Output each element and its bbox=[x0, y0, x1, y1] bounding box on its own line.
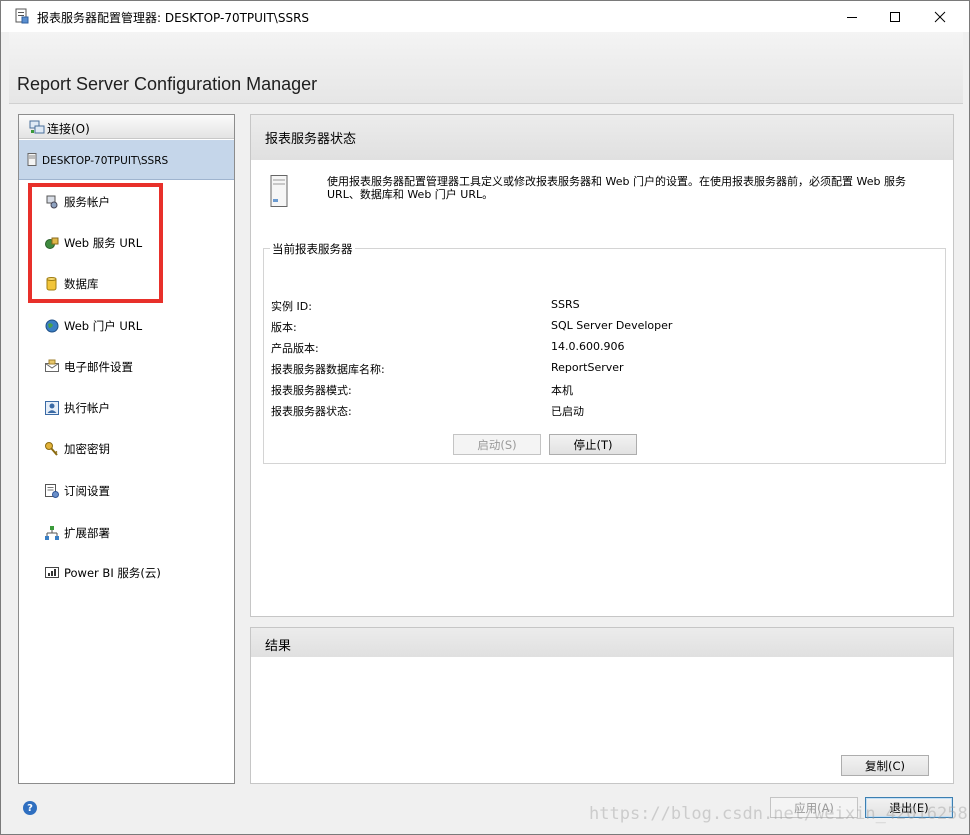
connect-button[interactable]: 连接(O) bbox=[19, 115, 234, 139]
scale-out-icon bbox=[44, 525, 60, 541]
minimize-button[interactable] bbox=[829, 1, 875, 32]
app-window: 报表服务器配置管理器: DESKTOP-70TPUIT\SSRS Report … bbox=[0, 0, 970, 835]
database-name-value: ReportServer bbox=[551, 361, 624, 374]
connect-label: 连接(O) bbox=[47, 122, 90, 136]
key-icon bbox=[44, 441, 60, 457]
sidebar-item-scale-out-deployment[interactable]: 扩展部署 bbox=[44, 522, 110, 544]
results-panel: 结果 复制(C) bbox=[250, 627, 954, 784]
server-mode-label: 报表服务器模式: bbox=[271, 384, 352, 397]
current-server-group: 当前报表服务器 实例 ID: SSRS 版本: SQL Server Devel… bbox=[263, 241, 946, 464]
edition-label: 版本: bbox=[271, 321, 297, 334]
execution-account-icon bbox=[44, 400, 60, 416]
product-version-value: 14.0.600.906 bbox=[551, 340, 625, 353]
title-bar: 报表服务器配置管理器: DESKTOP-70TPUIT\SSRS bbox=[1, 1, 969, 32]
server-status-value: 已启动 bbox=[551, 405, 584, 418]
power-bi-icon bbox=[44, 565, 60, 581]
server-node-selected[interactable]: DESKTOP-70TPUIT\SSRS bbox=[19, 140, 234, 180]
sidebar-item-web-portal-url[interactable]: Web 门户 URL bbox=[44, 315, 142, 337]
subscription-icon bbox=[44, 483, 60, 499]
sidebar-item-label: 加密密钥 bbox=[64, 442, 110, 456]
window-title: 报表服务器配置管理器: DESKTOP-70TPUIT\SSRS bbox=[37, 11, 310, 25]
maximize-button[interactable] bbox=[872, 1, 918, 32]
watermark-text: https://blog.csdn.net/weixin_42016258 bbox=[589, 804, 968, 824]
report-server-app-icon bbox=[14, 8, 30, 24]
sidebar-item-label: 执行帐户 bbox=[64, 401, 110, 415]
sidebar-item-label: 电子邮件设置 bbox=[64, 360, 133, 374]
copy-button[interactable]: 复制(C) bbox=[841, 755, 929, 776]
database-name-label: 报表服务器数据库名称: bbox=[271, 363, 385, 376]
sidebar-item-email-settings[interactable]: 电子邮件设置 bbox=[44, 356, 133, 378]
instance-id-label: 实例 ID: bbox=[271, 300, 312, 313]
close-button[interactable] bbox=[917, 1, 963, 32]
status-description: 使用报表服务器配置管理器工具定义或修改报表服务器和 Web 门户的设置。在使用报… bbox=[327, 175, 906, 201]
minimize-icon bbox=[847, 16, 857, 18]
sidebar-item-encryption-keys[interactable]: 加密密钥 bbox=[44, 438, 110, 460]
status-panel-header: 报表服务器状态 bbox=[251, 115, 953, 160]
connect-icon bbox=[29, 120, 45, 137]
close-icon bbox=[934, 11, 946, 22]
sidebar-item-label: 扩展部署 bbox=[64, 526, 110, 540]
sidebar-item-power-bi[interactable]: Power BI 服务(云) bbox=[44, 562, 161, 584]
globe-icon bbox=[44, 318, 60, 334]
status-panel-title: 报表服务器状态 bbox=[265, 132, 357, 147]
header-band: Report Server Configuration Manager bbox=[9, 32, 963, 104]
server-mode-value: 本机 bbox=[551, 384, 573, 397]
current-server-group-title: 当前报表服务器 bbox=[270, 241, 355, 257]
instance-id-value: SSRS bbox=[551, 298, 580, 311]
server-status-label: 报表服务器状态: bbox=[271, 405, 352, 418]
sidebar-item-execution-account[interactable]: 执行帐户 bbox=[44, 397, 110, 419]
results-panel-title: 结果 bbox=[265, 639, 292, 654]
highlight-annotation-box bbox=[28, 183, 163, 303]
results-panel-header: 结果 bbox=[251, 628, 953, 657]
stop-button[interactable]: 停止(T) bbox=[549, 434, 637, 455]
product-version-label: 产品版本: bbox=[271, 342, 319, 355]
sidebar-item-label: 订阅设置 bbox=[64, 484, 110, 498]
maximize-icon bbox=[890, 11, 900, 22]
sidebar-item-label: Power BI 服务(云) bbox=[64, 566, 161, 580]
server-icon bbox=[27, 153, 37, 169]
server-tower-icon bbox=[270, 175, 288, 210]
sidebar-item-subscription-settings[interactable]: 订阅设置 bbox=[44, 480, 110, 502]
report-server-status-panel: 报表服务器状态 使用报表服务器配置管理器工具定义或修改报表服务器和 Web 门户… bbox=[250, 114, 954, 617]
start-button[interactable]: 启动(S) bbox=[453, 434, 541, 455]
sidebar-item-label: Web 门户 URL bbox=[64, 319, 143, 333]
help-icon[interactable]: ? bbox=[23, 801, 37, 815]
edition-value: SQL Server Developer bbox=[551, 319, 673, 332]
email-icon bbox=[44, 359, 60, 375]
server-label: DESKTOP-70TPUIT\SSRS bbox=[42, 155, 169, 167]
app-title: Report Server Configuration Manager bbox=[17, 74, 318, 94]
